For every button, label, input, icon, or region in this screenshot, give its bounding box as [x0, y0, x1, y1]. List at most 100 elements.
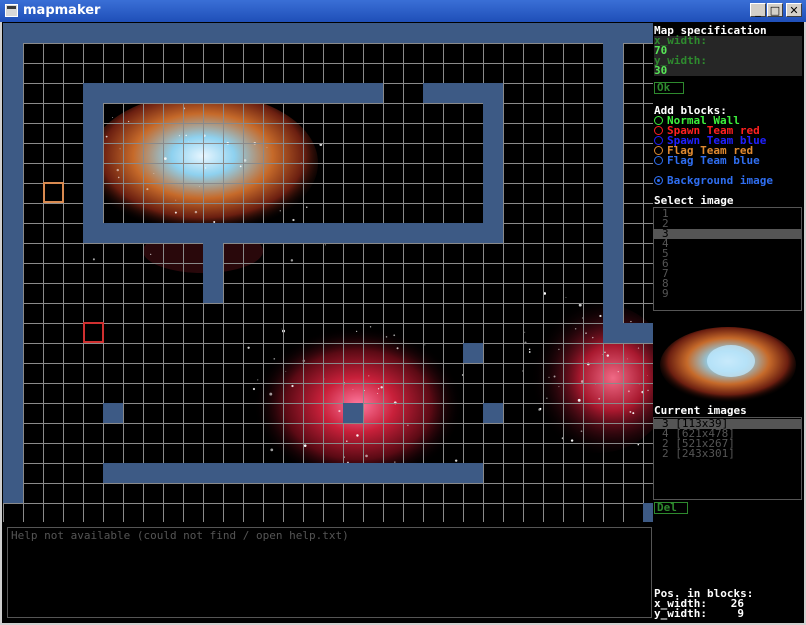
star: [163, 157, 167, 161]
star: [112, 116, 114, 118]
star: [290, 259, 294, 262]
star: [252, 387, 256, 391]
wall-block[interactable]: [103, 463, 483, 483]
block-flag-blue[interactable]: Flag Team blue: [654, 155, 760, 166]
star: [175, 199, 177, 201]
wall-block[interactable]: [3, 23, 653, 43]
side-panel: Map specification x_width: 70 y_width: 3…: [653, 23, 803, 623]
select-image-heading: Select image: [654, 194, 734, 207]
wall-block[interactable]: [483, 403, 503, 423]
wall-block[interactable]: [603, 23, 623, 343]
list-item[interactable]: 6: [654, 258, 801, 269]
y-width-input[interactable]: 30: [654, 65, 802, 76]
list-item[interactable]: 8: [654, 278, 801, 289]
list-item-selected[interactable]: 3: [654, 228, 801, 239]
star: [306, 206, 308, 208]
star: [454, 459, 458, 462]
wall-block[interactable]: [83, 223, 503, 243]
star: [558, 348, 560, 351]
star: [281, 328, 283, 330]
wall-block[interactable]: [83, 83, 383, 103]
star: [146, 188, 149, 191]
ok-button[interactable]: Ok: [654, 82, 684, 94]
pos-y-row: y_width: 9: [654, 607, 744, 620]
minimize-button[interactable]: _: [750, 3, 766, 17]
star: [558, 386, 560, 388]
list-item[interactable]: 9: [654, 288, 801, 299]
wall-block[interactable]: [103, 403, 123, 423]
star: [128, 120, 130, 123]
star: [119, 148, 121, 150]
star: [548, 376, 550, 379]
star: [279, 210, 281, 212]
wall-block[interactable]: [463, 343, 483, 363]
star: [153, 173, 155, 175]
radio-icon: [654, 136, 663, 145]
star: [637, 347, 640, 349]
maximize-button[interactable]: □: [767, 3, 783, 17]
wall-block[interactable]: [343, 403, 363, 423]
list-item[interactable]: 2 [243x301]: [654, 448, 801, 459]
flag-red-marker[interactable]: [43, 182, 64, 203]
list-item[interactable]: 7: [654, 268, 801, 279]
window-icon: [5, 4, 18, 17]
star: [270, 448, 274, 452]
wall-block[interactable]: [3, 23, 23, 503]
star: [239, 165, 242, 168]
del-button[interactable]: Del: [654, 502, 688, 514]
star: [396, 347, 399, 350]
star: [257, 379, 259, 381]
star: [178, 135, 181, 137]
star: [599, 314, 602, 318]
spawn-red-marker[interactable]: [83, 322, 104, 343]
list-item[interactable]: 5: [654, 248, 801, 259]
star: [585, 332, 587, 334]
star: [273, 357, 276, 360]
current-images-list[interactable]: 3 [113x39] 4 [621x478] 2 [521x267] 2 [24…: [653, 417, 802, 500]
list-item[interactable]: 1: [654, 208, 801, 219]
map-canvas[interactable]: [3, 23, 653, 522]
star: [570, 439, 574, 442]
star: [565, 297, 567, 298]
y-width-label: y_width:: [654, 55, 802, 66]
radio-selected-icon: [654, 176, 663, 185]
star: [647, 374, 649, 376]
star: [369, 326, 372, 328]
star: [580, 430, 583, 433]
star: [365, 454, 368, 458]
star: [291, 384, 294, 388]
list-item[interactable]: 2: [654, 218, 801, 229]
background-image-option[interactable]: Background image: [654, 175, 773, 186]
star: [117, 176, 120, 179]
current-images-heading: Current images: [654, 404, 747, 417]
star: [352, 389, 354, 390]
wall-block[interactable]: [643, 503, 653, 522]
window-title: mapmaker: [23, 3, 101, 18]
star: [539, 407, 542, 410]
wall-block[interactable]: [83, 83, 103, 223]
list-item[interactable]: 4: [654, 238, 801, 249]
map-grid-svg[interactable]: [3, 23, 653, 522]
select-image-list[interactable]: 1 2 3 4 5 6 7 8 9: [653, 207, 802, 311]
radio-icon: [654, 126, 663, 135]
star: [243, 159, 247, 162]
star: [292, 218, 295, 222]
star: [528, 348, 531, 351]
wall-block[interactable]: [603, 323, 653, 343]
wall-block[interactable]: [483, 83, 503, 243]
star: [626, 358, 628, 360]
star: [377, 388, 380, 390]
wall-block[interactable]: [203, 223, 223, 303]
star: [266, 147, 268, 148]
help-box: Help not available (could not find / ope…: [7, 527, 652, 618]
image-preview: [653, 315, 803, 413]
star: [355, 330, 358, 332]
star: [577, 398, 581, 402]
close-button[interactable]: ✕: [786, 3, 802, 17]
star: [524, 331, 526, 333]
x-width-label: x_width:: [654, 35, 802, 46]
star: [188, 140, 189, 142]
pos-y-label: y_width:: [654, 607, 707, 620]
star: [303, 444, 307, 447]
star: [92, 258, 95, 261]
